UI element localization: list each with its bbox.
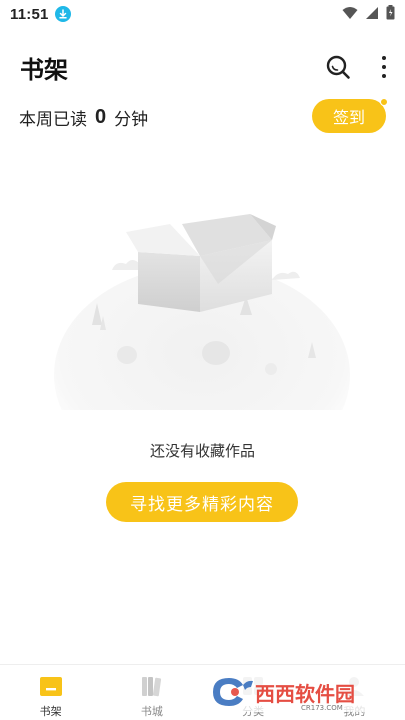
nav-item-bookstore[interactable]: 书城	[101, 665, 202, 720]
empty-state-message: 还没有收藏作品	[149, 443, 255, 460]
nav-item-category[interactable]: 分类	[203, 665, 304, 720]
nav-item-bookshelf[interactable]: 书架	[0, 665, 101, 720]
search-button[interactable]	[324, 53, 352, 81]
checkin-button[interactable]: 签到	[312, 99, 386, 133]
reading-prefix: 本周已读	[19, 109, 87, 129]
battery-icon	[386, 5, 395, 25]
nav-item-profile[interactable]: 我的	[304, 665, 405, 720]
search-icon	[326, 55, 350, 79]
signal-icon	[365, 6, 379, 25]
status-indicators	[342, 5, 395, 25]
status-bar: 11:51	[0, 0, 405, 28]
wifi-icon	[342, 6, 358, 25]
status-time: 11:51	[10, 5, 49, 23]
profile-icon	[341, 673, 367, 699]
download-badge-icon	[54, 6, 71, 22]
app-header: 书架	[0, 48, 405, 88]
page-title: 书架	[20, 57, 68, 84]
nav-label-category: 分类	[242, 706, 265, 718]
nav-label-bookshelf: 书架	[39, 706, 62, 718]
find-more-button[interactable]: 寻找更多精彩内容	[106, 482, 298, 522]
bottom-navigation: 书架 书城 分类 我的	[0, 664, 405, 720]
nav-label-profile: 我的	[343, 706, 366, 718]
empty-box-illustration	[50, 200, 355, 485]
reading-unit: 分钟	[114, 109, 149, 129]
bookstore-icon	[139, 673, 165, 699]
more-vert-icon[interactable]	[376, 54, 392, 80]
bookshelf-icon	[38, 673, 64, 699]
nav-label-bookstore: 书城	[140, 706, 163, 718]
reading-minutes: 0	[95, 105, 107, 128]
weekly-reading-summary: 本周已读 0 分钟	[19, 104, 148, 130]
category-icon	[240, 673, 266, 699]
checkin-notification-dot	[380, 98, 388, 106]
